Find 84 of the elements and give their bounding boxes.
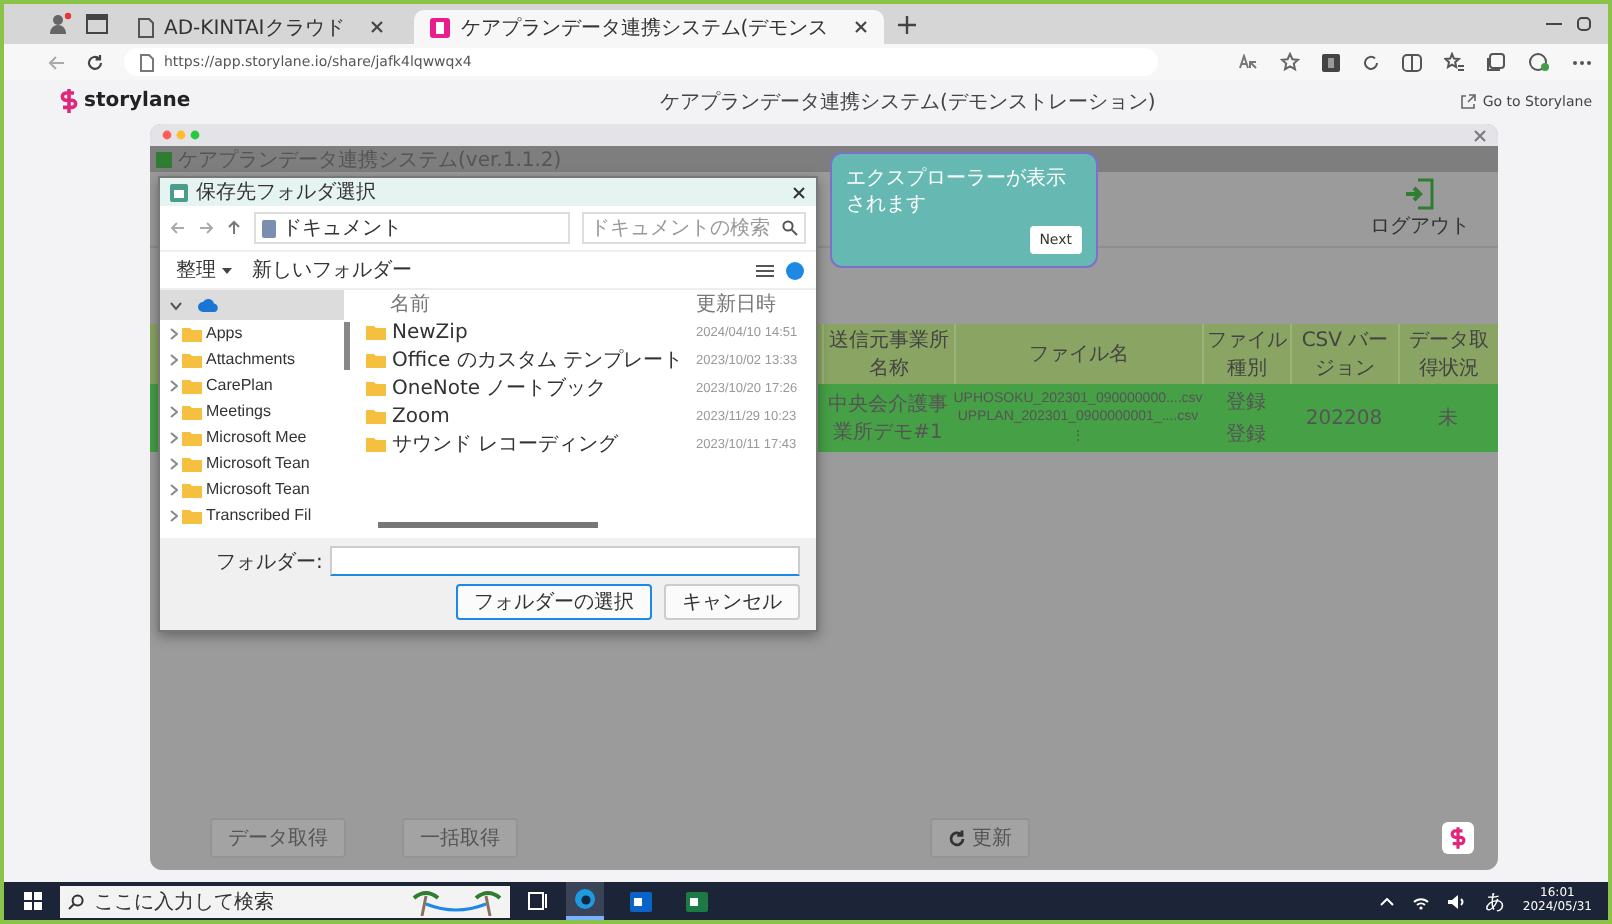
browser-tab[interactable]: ケアプランデータ連携システム(デモンス [414, 10, 885, 44]
file-type: 登録 [1226, 390, 1266, 416]
more-icon[interactable] [1572, 59, 1592, 65]
storylane-logo-icon [60, 88, 78, 114]
window-dots-icon [162, 130, 202, 140]
star-icon[interactable] [1280, 52, 1300, 72]
tooltip-text: エクスプローラーが表示されます [846, 166, 1068, 218]
tree-item[interactable]: Apps [160, 320, 344, 346]
storylane-logo: storylane [84, 90, 191, 112]
table-cell-text: 202208 [1303, 405, 1385, 433]
storylane-badge[interactable] [1442, 822, 1474, 854]
document-icon [262, 219, 276, 237]
close-icon[interactable] [370, 20, 385, 34]
browser-taskbar-icon[interactable] [566, 882, 604, 920]
search-icon [68, 893, 84, 909]
refresh-icon[interactable] [1362, 53, 1380, 71]
view-options-icon[interactable] [756, 263, 774, 277]
external-link-icon [1460, 93, 1477, 109]
app-icon [156, 151, 172, 167]
close-icon[interactable] [854, 20, 869, 34]
extension-icon[interactable] [1322, 53, 1340, 71]
task-view-icon[interactable] [528, 892, 548, 910]
chevron-icon [170, 431, 178, 443]
browser-tab[interactable]: AD-KINTAIクラウド [122, 10, 401, 44]
restore-icon[interactable] [1576, 16, 1592, 32]
tree-item[interactable]: Attachments [160, 346, 344, 372]
read-aloud-icon[interactable] [1238, 54, 1258, 70]
favicon-icon [430, 17, 451, 37]
storylane-logo-icon [1450, 826, 1466, 850]
tree-item[interactable]: Microsoft Mee [160, 424, 344, 450]
select-folder-button[interactable]: フォルダーの選択 [456, 584, 652, 620]
column-header[interactable]: 名前 [366, 290, 696, 318]
speaker-icon[interactable] [1448, 893, 1467, 909]
folder-label: フォルダー: [216, 549, 323, 575]
windows-start-icon[interactable] [24, 892, 42, 910]
favorites-icon[interactable] [1444, 52, 1464, 72]
path-field[interactable]: ドキュメント [254, 212, 570, 244]
split-screen-icon[interactable] [1402, 53, 1422, 71]
cloud-icon [198, 298, 220, 312]
caret-icon [222, 267, 232, 273]
chevron-icon [170, 353, 178, 365]
logout-icon [1404, 178, 1436, 210]
column-header[interactable]: 更新日時 [696, 290, 816, 318]
ime-indicator[interactable]: あ [1484, 887, 1505, 915]
tree-item[interactable]: Meetings [160, 398, 344, 424]
extension-icon[interactable] [1528, 52, 1550, 72]
scrollbar[interactable] [344, 322, 350, 370]
logout-button[interactable]: ログアウト [1370, 178, 1470, 240]
file-type: 登録 [1226, 422, 1266, 448]
chevron-icon [170, 379, 178, 391]
taskbar-search-field[interactable]: ここに入力して検索 [60, 885, 510, 917]
folder-input[interactable] [330, 546, 800, 576]
cancel-button[interactable]: キャンセル [664, 584, 800, 620]
tree-item[interactable]: Microsoft Tean [160, 476, 344, 502]
demo-title: ケアプランデータ連携システム(デモンストレーション) [660, 89, 1158, 115]
new-tab-icon[interactable] [898, 15, 917, 33]
scrollbar[interactable] [378, 522, 598, 528]
up-icon[interactable] [226, 220, 242, 236]
chevron-icon [170, 457, 178, 469]
tree-item[interactable]: Microsoft Tean [160, 450, 344, 476]
chevron-icon [170, 405, 178, 417]
chevron-up-icon[interactable] [1380, 897, 1395, 905]
table-cell-text: 中央会介護事業所デモ#1 [826, 391, 950, 448]
refresh-icon [948, 829, 966, 847]
new-folder-button[interactable]: 新しいフォルダー [248, 256, 416, 284]
chevron-icon [170, 483, 178, 495]
network-icon[interactable] [1412, 893, 1431, 909]
folder-dialog-icon [170, 183, 188, 201]
table-cell-text: 未 [1436, 405, 1460, 434]
dialog-title: 保存先フォルダ選択 [196, 179, 376, 206]
profile-icon[interactable] [48, 12, 72, 36]
tree-item[interactable]: Transcribed Fil [160, 502, 344, 528]
tab-actions-icon[interactable] [86, 14, 108, 34]
organize-button[interactable]: 整理 [172, 256, 236, 284]
chevron-icon [170, 327, 178, 339]
refresh-icon[interactable] [86, 53, 104, 71]
beach-drawing [410, 887, 502, 915]
chevron-icon [170, 509, 178, 521]
search-icon [782, 220, 798, 236]
help-icon[interactable] [786, 261, 804, 279]
chevron-icon[interactable] [170, 299, 182, 311]
close-icon[interactable] [792, 185, 806, 199]
collections-icon[interactable] [1486, 52, 1506, 72]
tree-item[interactable] [160, 290, 344, 320]
